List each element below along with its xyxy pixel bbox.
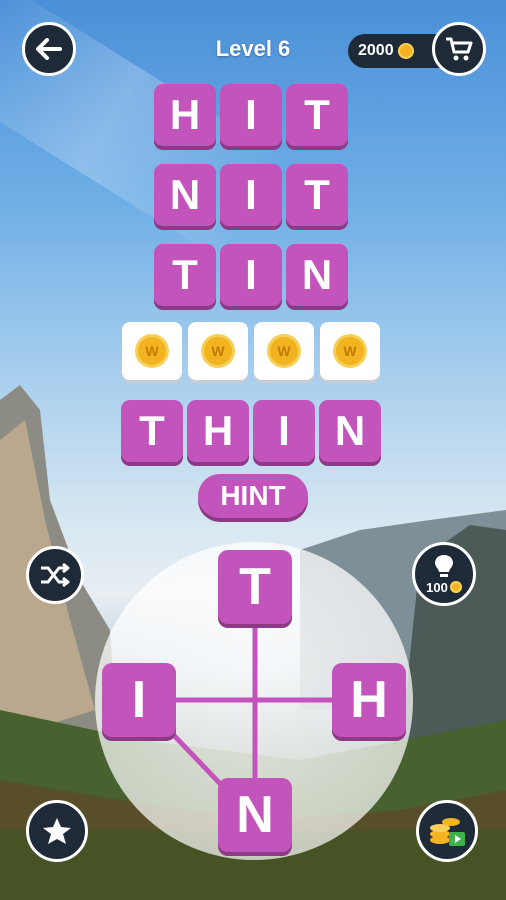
wheel-letter-left[interactable]: I [102, 663, 176, 737]
wheel-letter-top[interactable]: T [218, 550, 292, 624]
wheel-letter-bottom[interactable]: N [218, 778, 292, 852]
swipe-path [138, 590, 368, 822]
wheel-letter-right[interactable]: H [332, 663, 406, 737]
game-screen: Level 6 2000 H I T N I T T I N W W W W T… [0, 0, 506, 900]
